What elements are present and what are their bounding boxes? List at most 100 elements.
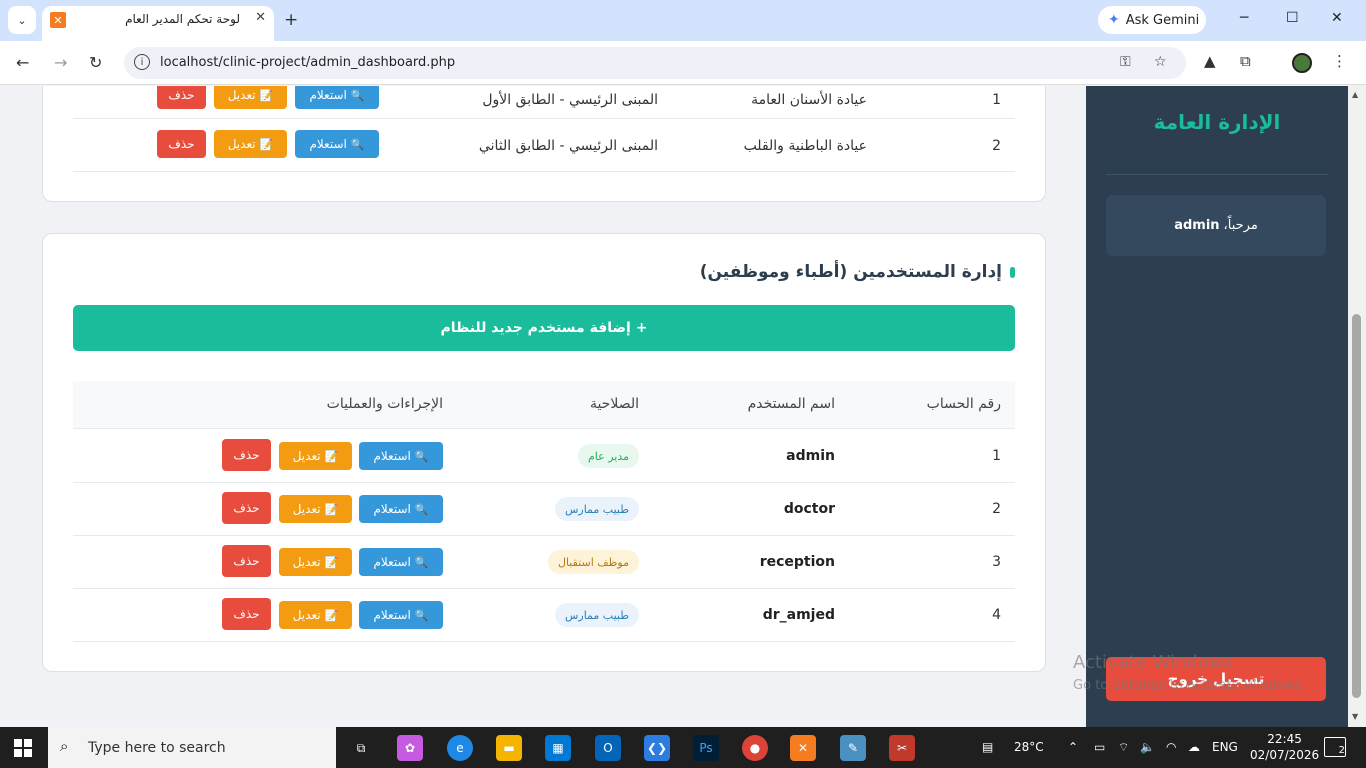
- magnifier-icon: 🔍: [414, 502, 429, 516]
- forward-arrow-icon[interactable]: →: [54, 53, 67, 72]
- battery-icon[interactable]: ▭: [1094, 740, 1105, 754]
- extensions-puzzle-icon[interactable]: ⧉: [1240, 52, 1251, 70]
- notepad-icon[interactable]: ✎: [840, 735, 866, 761]
- magnifier-icon: 🔍: [350, 137, 365, 151]
- user-id: 1: [992, 448, 1001, 464]
- outlook-icon[interactable]: O: [595, 735, 621, 761]
- scroll-thumb[interactable]: [1352, 314, 1361, 698]
- close-window-icon[interactable]: ✕: [1331, 10, 1343, 26]
- notification-center-icon[interactable]: 2: [1324, 737, 1346, 757]
- edit-button[interactable]: 📝 تعديل: [279, 548, 352, 576]
- sidebar: الإدارة العامة مرحباً، admin تسجيل خروج: [1086, 86, 1348, 727]
- memo-icon: 📝: [324, 502, 339, 516]
- search-icon: ⌕: [60, 737, 69, 755]
- site-info-icon[interactable]: i: [134, 54, 150, 70]
- windows-start-icon[interactable]: [14, 739, 32, 757]
- network-icon[interactable]: ⌔: [1118, 740, 1129, 755]
- delete-button[interactable]: حذف: [222, 492, 271, 524]
- header-actions: الإجراءات والعمليات: [326, 396, 443, 412]
- title-accent-mark: [1010, 266, 1015, 278]
- address-bar[interactable]: i localhost/clinic-project/admin_dashboa…: [124, 47, 1186, 79]
- chrome-icon[interactable]: ●: [742, 735, 768, 761]
- xampp-favicon-icon: ✕: [50, 12, 66, 28]
- back-arrow-icon[interactable]: ←: [16, 53, 29, 72]
- minimize-icon[interactable]: ─: [1240, 10, 1248, 26]
- clinic-name: عيادة الباطنية والقلب: [743, 138, 867, 154]
- users-table-header: رقم الحساب اسم المستخدم الصلاحية الإجراء…: [73, 381, 1015, 429]
- extension-triangle-icon[interactable]: ▲: [1204, 52, 1216, 70]
- copilot-icon[interactable]: ✿: [397, 735, 423, 761]
- volume-icon[interactable]: 🔈: [1140, 740, 1155, 754]
- page-scrollbar[interactable]: ▲ ▼: [1348, 86, 1366, 727]
- clock-date: 02/07/2026: [1250, 748, 1320, 762]
- edge-browser-icon[interactable]: e: [447, 735, 473, 761]
- user-name: admin: [786, 448, 835, 464]
- new-tab-plus-icon[interactable]: +: [284, 10, 298, 30]
- delete-button[interactable]: حذف: [222, 439, 271, 471]
- tab-search-button[interactable]: ⌄: [8, 6, 36, 34]
- menu-kebab-icon[interactable]: ⋮: [1332, 52, 1347, 70]
- edit-button[interactable]: 📝 تعديل: [214, 86, 287, 109]
- inquiry-button[interactable]: 🔍 استعلام: [359, 442, 443, 470]
- user-name: dr_amjed: [762, 607, 835, 623]
- browser-tab-active[interactable]: ✕ لوحة تحكم المدير العام ✕: [42, 6, 274, 41]
- inquiry-button[interactable]: 🔍 استعلام: [359, 548, 443, 576]
- role-badge: مدير عام: [577, 444, 639, 468]
- add-user-button[interactable]: + إضافة مستخدم جديد للنظام: [73, 305, 1015, 351]
- delete-button[interactable]: حذف: [157, 130, 206, 158]
- bookmark-star-icon[interactable]: ☆: [1154, 54, 1167, 70]
- tab-title: لوحة تحكم المدير العام: [125, 12, 240, 26]
- inquiry-button[interactable]: 🔍 استعلام: [295, 86, 379, 109]
- edit-button[interactable]: 📝 تعديل: [214, 130, 287, 158]
- user-id: 3: [992, 554, 1001, 570]
- scroll-down-arrow-icon[interactable]: ▼: [1352, 712, 1358, 721]
- table-row: 1 admin مدير عام 🔍 استعلام 📝 تعديل حذف: [73, 430, 1015, 483]
- profile-avatar[interactable]: [1292, 53, 1312, 73]
- inquiry-button[interactable]: 🔍 استعلام: [295, 130, 379, 158]
- microsoft-store-icon[interactable]: ▦: [545, 735, 571, 761]
- inquiry-button[interactable]: 🔍 استعلام: [359, 601, 443, 629]
- inquiry-button[interactable]: 🔍 استعلام: [359, 495, 443, 523]
- onedrive-cloud-icon[interactable]: ☁: [1188, 740, 1200, 754]
- clinic-id: 1: [992, 92, 1001, 108]
- taskbar-clock[interactable]: 22:45 02/07/2026: [1250, 731, 1319, 763]
- users-section-title: إدارة المستخدمين (أطباء وموظفين): [700, 262, 1015, 282]
- clock-time: 22:45: [1267, 732, 1302, 746]
- vscode-icon[interactable]: ❮❯: [644, 735, 670, 761]
- ask-gemini-button[interactable]: ✦ Ask Gemini: [1098, 6, 1206, 34]
- tray-chevron-up-icon[interactable]: ⌃: [1068, 740, 1078, 754]
- table-row: 2 doctor طبيب ممارس 🔍 استعلام 📝 تعديل حذف: [73, 483, 1015, 536]
- edit-button[interactable]: 📝 تعديل: [279, 495, 352, 523]
- delete-button[interactable]: حذف: [222, 598, 271, 630]
- weather-icon[interactable]: ▤: [982, 740, 993, 754]
- delete-button[interactable]: حذف: [222, 545, 271, 577]
- file-explorer-icon[interactable]: ▬: [496, 735, 522, 761]
- taskbar-search[interactable]: ⌕ Type here to search: [48, 727, 336, 768]
- magnifier-icon: 🔍: [414, 608, 429, 622]
- reload-icon[interactable]: ↻: [89, 53, 102, 72]
- language-indicator[interactable]: ENG: [1212, 740, 1238, 754]
- delete-button[interactable]: حذف: [157, 86, 206, 109]
- url-text[interactable]: localhost/clinic-project/admin_dashboard…: [160, 55, 455, 70]
- header-role: الصلاحية: [589, 396, 639, 412]
- maximize-icon[interactable]: ☐: [1286, 10, 1299, 26]
- password-key-icon[interactable]: ⚿: [1120, 54, 1131, 70]
- role-badge: طبيب ممارس: [554, 497, 639, 521]
- tab-close-icon[interactable]: ✕: [255, 10, 266, 25]
- clinics-card: 1 عيادة الأسنان العامة المبنى الرئيسي - …: [42, 86, 1046, 202]
- edit-button[interactable]: 📝 تعديل: [279, 601, 352, 629]
- user-name: doctor: [783, 501, 835, 517]
- magnifier-icon: 🔍: [414, 449, 429, 463]
- edit-button[interactable]: 📝 تعديل: [279, 442, 352, 470]
- snipping-tool-icon[interactable]: ✂: [889, 735, 915, 761]
- task-view-icon[interactable]: ⧉: [348, 735, 374, 761]
- wifi-icon[interactable]: ◠: [1166, 740, 1176, 754]
- clinic-name: عيادة الأسنان العامة: [751, 92, 867, 108]
- xampp-icon[interactable]: ✕: [790, 735, 816, 761]
- weather-temp[interactable]: 28°C: [1014, 740, 1044, 754]
- page-viewport: 1 عيادة الأسنان العامة المبنى الرئيسي - …: [0, 86, 1366, 727]
- scroll-up-arrow-icon[interactable]: ▲: [1352, 90, 1358, 99]
- clinic-location: المبنى الرئيسي - الطابق الأول: [482, 92, 658, 108]
- photoshop-icon[interactable]: Ps: [693, 735, 719, 761]
- browser-tab-bar: ⌄ ✕ لوحة تحكم المدير العام ✕ + ✦ Ask Gem…: [0, 0, 1366, 41]
